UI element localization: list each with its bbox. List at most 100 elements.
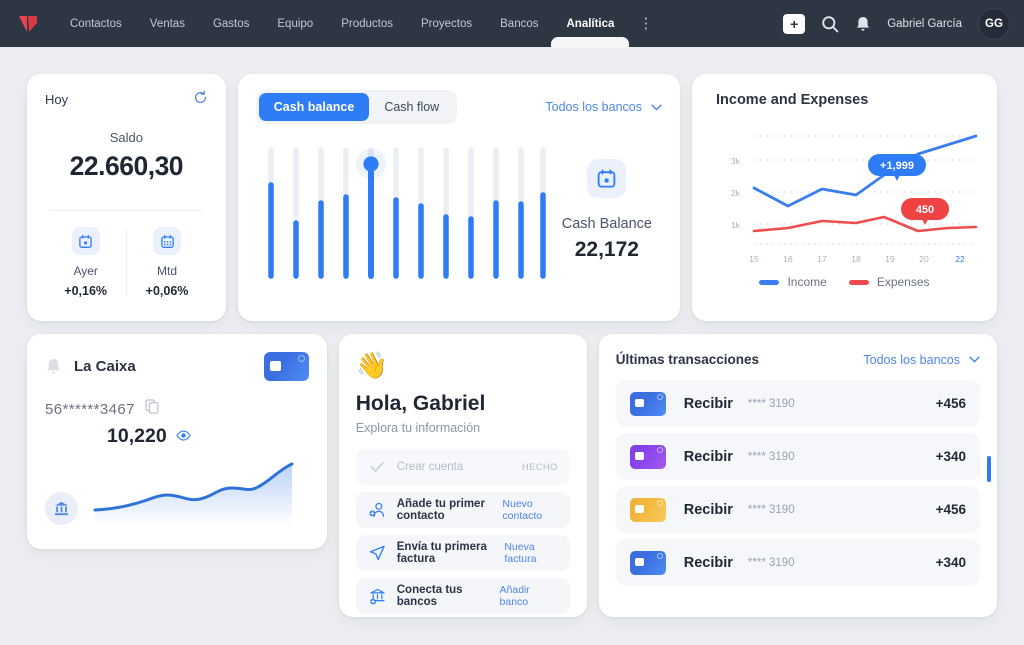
- checklist-item-primera-factura[interactable]: Envía tu primera factura Nueva factura: [356, 535, 570, 571]
- cash-summary-label: Cash Balance: [562, 216, 652, 232]
- nav-item-equipo[interactable]: Equipo: [263, 0, 327, 47]
- add-bank-icon: [368, 588, 388, 605]
- svg-text:16: 16: [783, 254, 793, 264]
- account-balance: 10,220: [107, 425, 167, 448]
- stat-ayer[interactable]: Ayer +0,16%: [45, 227, 126, 298]
- cash-summary: Cash Balance 22,172: [552, 159, 662, 268]
- svg-text:+1,999: +1,999: [880, 160, 914, 172]
- today-card-header: Hoy: [45, 90, 208, 108]
- today-stats: Ayer +0,16%: [45, 227, 208, 298]
- checklist-item-primer-contacto[interactable]: Añade tu primer contacto Nuevo contacto: [356, 492, 570, 528]
- bank-card-header: La Caixa: [45, 352, 309, 381]
- nav-item-bancos[interactable]: Bancos: [486, 0, 552, 47]
- income-line-chart[interactable]: 3k 2k 1k 15 16 17 18 19 20 22: [708, 118, 981, 268]
- nav-label: Bancos: [500, 18, 538, 30]
- nav-item-proyectos[interactable]: Proyectos: [407, 0, 486, 47]
- nav-item-ventas[interactable]: Ventas: [136, 0, 199, 47]
- calendar-icon: [587, 159, 626, 198]
- transaction-mask: **** 3190: [748, 504, 795, 516]
- bell-icon: [855, 15, 871, 33]
- transactions-card: Últimas transacciones Todos los bancos R…: [599, 334, 997, 617]
- search-button[interactable]: [821, 15, 839, 33]
- credit-card-icon: [264, 352, 309, 381]
- cash-balance-card: Cash balance Cash flow Todos los bancos: [238, 74, 680, 321]
- bank-filter-label: Todos los bancos: [545, 100, 642, 114]
- svg-text:1k: 1k: [731, 220, 741, 230]
- transaction-mask: **** 3190: [748, 398, 795, 410]
- bank-filter-dropdown[interactable]: Todos los bancos: [545, 100, 662, 114]
- svg-text:18: 18: [851, 254, 861, 264]
- checklist-item-crear-cuenta[interactable]: Crear cuenta HECHO: [356, 449, 570, 485]
- transaction-name: Recibir: [684, 555, 733, 571]
- stat-mtd[interactable]: Mtd +0,06%: [126, 227, 207, 298]
- dashboard-row-top: Hoy Saldo 22.660,30: [27, 74, 997, 321]
- calendar-month-icon: [153, 227, 181, 255]
- cash-bar-chart[interactable]: [262, 138, 552, 288]
- checklist-action[interactable]: Añadir banco: [500, 584, 558, 608]
- top-navigation-bar: Contactos Ventas Gastos Equipo Productos…: [0, 0, 1024, 47]
- income-tooltip: +1,999: [868, 154, 926, 181]
- cash-card-header: Cash balance Cash flow Todos los bancos: [256, 90, 662, 124]
- main-nav: Contactos Ventas Gastos Equipo Productos…: [56, 0, 663, 47]
- checklist-label: Añade tu primer contacto: [397, 498, 503, 522]
- nav-overflow-icon[interactable]: ⋮: [628, 16, 663, 31]
- plus-icon: +: [783, 14, 805, 34]
- svg-text:450: 450: [916, 204, 934, 216]
- legend-item-income: Income: [759, 275, 826, 289]
- legend-swatch: [759, 280, 779, 285]
- checklist-action[interactable]: Nueva factura: [504, 541, 557, 565]
- today-title: Hoy: [45, 92, 68, 107]
- transaction-amount: +340: [936, 555, 966, 570]
- table-row[interactable]: Recibir **** 3190 +340: [616, 433, 980, 480]
- bank-card-footer: [45, 460, 309, 531]
- checklist-item-conecta-bancos[interactable]: Conecta tus bancos Añadir banco: [356, 578, 570, 614]
- svg-text:20: 20: [919, 254, 929, 264]
- eye-icon[interactable]: [176, 428, 191, 446]
- wave-icon: 👋: [356, 352, 570, 378]
- credit-card-icon: [630, 445, 666, 469]
- table-row[interactable]: Recibir **** 3190 +456: [616, 380, 980, 427]
- tab-cash-flow[interactable]: Cash flow: [369, 93, 454, 121]
- bank-filter-label: Todos los bancos: [863, 353, 960, 367]
- nav-item-analitica[interactable]: Analítica: [552, 0, 628, 47]
- stat-label: Mtd: [126, 264, 207, 278]
- balance-label: Saldo: [45, 130, 208, 145]
- table-row[interactable]: Recibir **** 3190 +456: [616, 486, 980, 533]
- notifications-button[interactable]: [855, 15, 871, 33]
- transaction-name: Recibir: [684, 449, 733, 465]
- divider: [51, 210, 202, 211]
- add-button[interactable]: +: [783, 14, 805, 34]
- avatar[interactable]: GG: [978, 8, 1010, 40]
- checklist-action[interactable]: Nuevo contacto: [502, 498, 557, 522]
- svg-text:3k: 3k: [731, 156, 741, 166]
- refresh-icon[interactable]: [193, 90, 208, 108]
- balance-sparkline-chart[interactable]: [92, 460, 297, 531]
- nav-label: Productos: [341, 18, 393, 30]
- scrollbar-thumb[interactable]: [987, 456, 991, 482]
- nav-item-gastos[interactable]: Gastos: [199, 0, 263, 47]
- nav-item-contactos[interactable]: Contactos: [56, 0, 136, 47]
- transactions-bank-filter[interactable]: Todos los bancos: [863, 353, 980, 367]
- masked-card-number: 56******3467: [45, 401, 135, 418]
- nav-label: Equipo: [277, 18, 313, 30]
- legend-swatch: [849, 280, 869, 285]
- table-row[interactable]: Recibir **** 3190 +340: [616, 539, 980, 586]
- app-logo[interactable]: [0, 14, 56, 34]
- tab-cash-balance[interactable]: Cash balance: [259, 93, 370, 121]
- transactions-title: Últimas transacciones: [616, 352, 759, 367]
- nav-item-productos[interactable]: Productos: [327, 0, 407, 47]
- chevron-down-icon: [651, 104, 662, 111]
- transactions-scrollbar[interactable]: [987, 434, 991, 504]
- checklist-label: Crear cuenta: [397, 461, 463, 473]
- bell-icon[interactable]: [45, 357, 62, 376]
- header-actions: + Gabriel García GG: [783, 8, 1024, 40]
- balance-value: 22.660,30: [45, 151, 208, 182]
- legend-label: Expenses: [877, 275, 930, 289]
- copy-icon[interactable]: [145, 399, 159, 419]
- balance-row: 10,220: [45, 425, 309, 448]
- credit-card-icon: [630, 392, 666, 416]
- transactions-header: Últimas transacciones Todos los bancos: [616, 352, 980, 367]
- today-balance-card: Hoy Saldo 22.660,30: [27, 74, 226, 321]
- svg-text:19: 19: [885, 254, 895, 264]
- credit-card-icon: [630, 498, 666, 522]
